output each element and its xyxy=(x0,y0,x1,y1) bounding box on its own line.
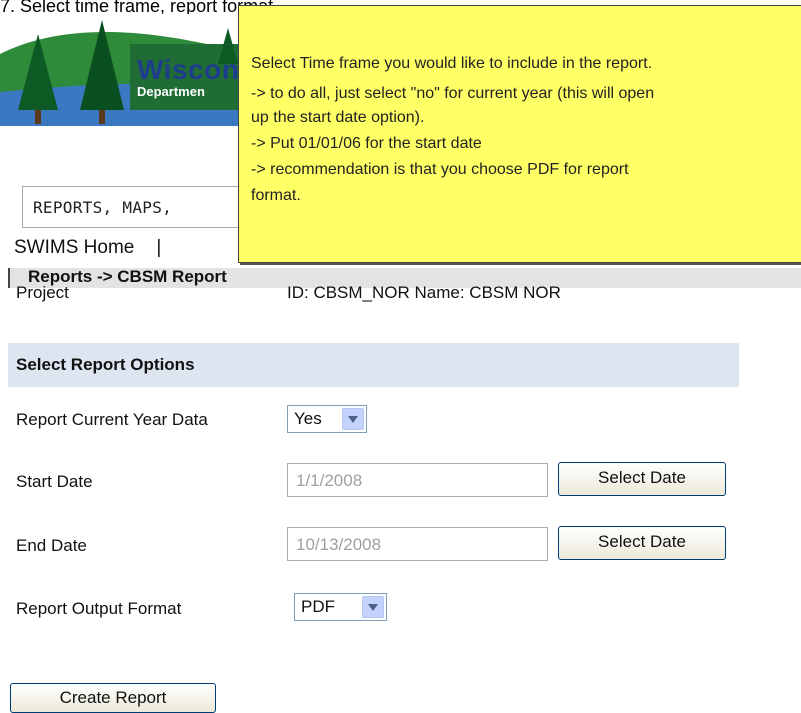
end-date-select-button[interactable]: Select Date xyxy=(558,526,726,560)
start-date-select-button[interactable]: Select Date xyxy=(558,462,726,496)
dropdown-arrow-icon[interactable] xyxy=(342,408,364,430)
start-date-value: 1/1/2008 xyxy=(296,471,363,490)
format-value: PDF xyxy=(301,597,335,616)
start-date-label: Start Date xyxy=(16,472,93,491)
tooltip-line: Select Time frame you would like to incl… xyxy=(251,55,653,72)
current-year-value: Yes xyxy=(294,409,322,428)
dropdown-arrow-icon[interactable] xyxy=(362,596,384,618)
tooltip-line: format. xyxy=(251,187,301,204)
start-date-input[interactable]: 1/1/2008 xyxy=(287,463,548,497)
options-title: Select Report Options xyxy=(16,355,195,374)
top-nav: SWIMS Home | xyxy=(14,237,161,259)
project-label: Project xyxy=(16,283,69,302)
project-value: ID: CBSM_NOR Name: CBSM NOR xyxy=(287,283,561,302)
nav-separator: | xyxy=(156,237,162,258)
create-report-button[interactable]: Create Report xyxy=(10,683,216,713)
options-header: Select Report Options xyxy=(8,343,739,387)
tooltip-line: up the start date option). xyxy=(251,109,425,126)
format-select[interactable]: PDF xyxy=(294,593,387,621)
swims-home-link[interactable]: SWIMS Home xyxy=(14,237,134,258)
tooltip-line: -> recommendation is that you choose PDF… xyxy=(251,161,629,178)
tooltip-line: -> Put 01/01/06 for the start date xyxy=(251,135,482,152)
format-label: Report Output Format xyxy=(16,599,182,618)
reports-menu-label: REPORTS, MAPS, xyxy=(33,198,173,217)
end-date-input[interactable]: 10/13/2008 xyxy=(287,527,548,561)
end-date-value: 10/13/2008 xyxy=(296,535,382,554)
help-tooltip: Select Time frame you would like to incl… xyxy=(238,5,801,263)
agency-logo-subtitle: Departmen xyxy=(137,84,205,99)
end-date-label: End Date xyxy=(16,536,87,555)
current-year-select[interactable]: Yes xyxy=(287,405,367,433)
current-year-label: Report Current Year Data xyxy=(16,410,208,429)
tooltip-line: -> to do all, just select "no" for curre… xyxy=(251,85,655,102)
